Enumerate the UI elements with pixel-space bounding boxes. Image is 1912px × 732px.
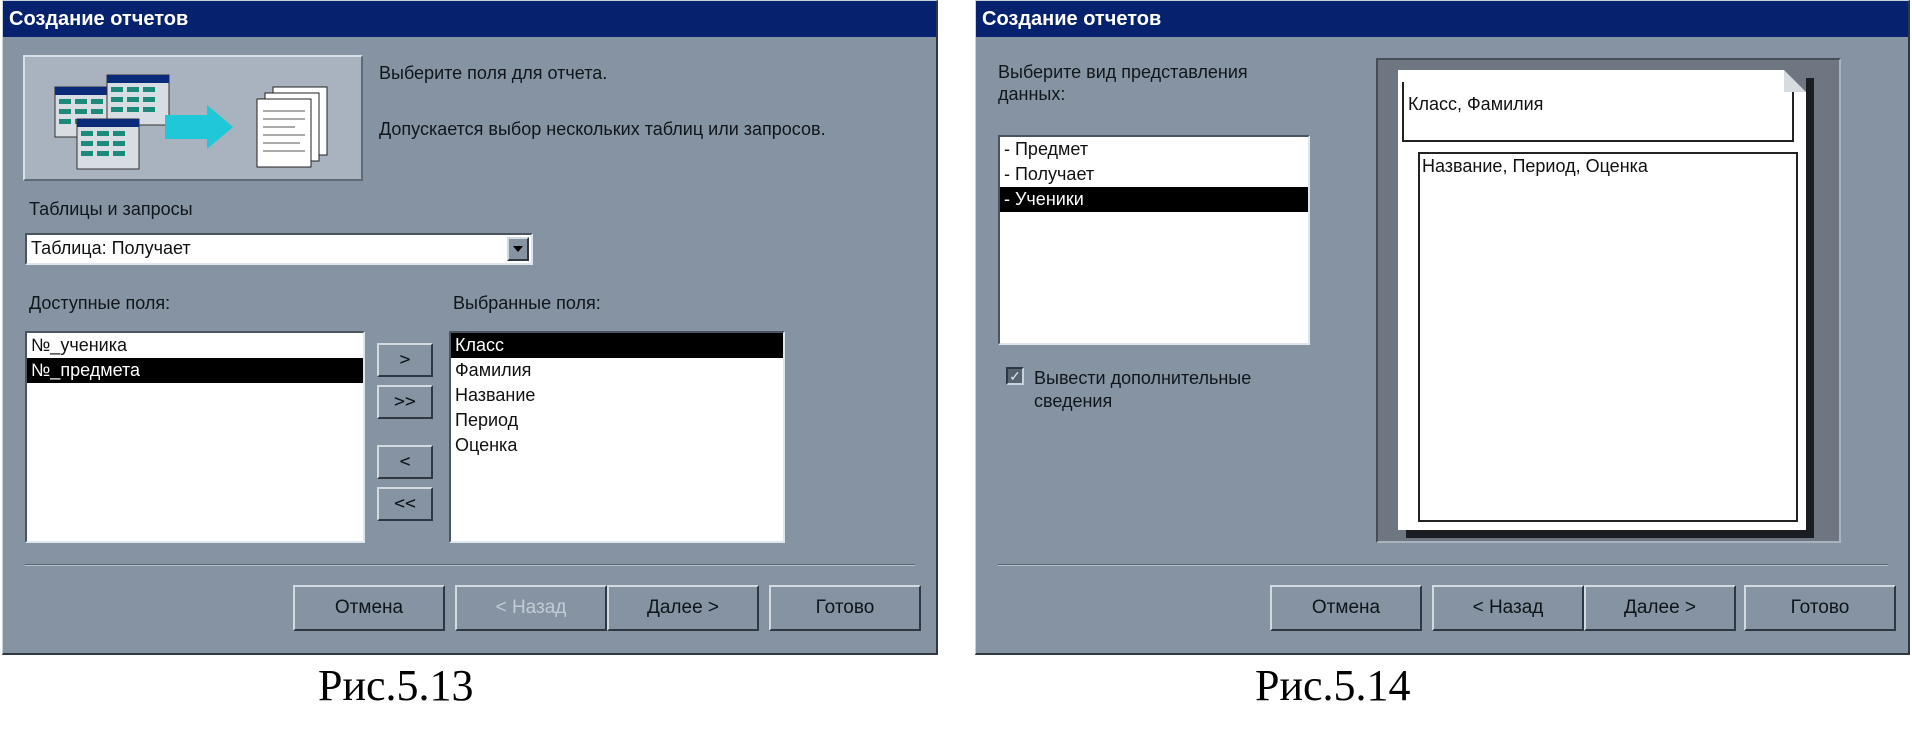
dialog-title: Создание отчетов [3,1,936,37]
extra-info-checkbox[interactable]: ✓ [1006,367,1024,385]
finish-button[interactable]: Готово [1744,585,1896,631]
list-item[interactable]: Класс [451,333,783,358]
back-button[interactable]: < Назад [455,585,607,631]
divider [998,564,1888,566]
data-view-list[interactable]: - Предмет - Получает - Ученики [998,135,1310,345]
list-item[interactable]: - Ученики [1000,187,1308,212]
cancel-button[interactable]: Отмена [293,585,445,631]
instruction-text-1: Выберите поля для отчета. [379,63,608,83]
list-item[interactable]: Оценка [451,433,783,458]
next-button[interactable]: Далее > [607,585,759,631]
tables-combobox[interactable]: Таблица: Получает [25,233,533,265]
list-item[interactable]: Период [451,408,783,433]
list-item[interactable]: №_ученика [27,333,363,358]
page-fold-icon [1784,70,1806,92]
available-fields-label: Доступные поля: [29,293,171,313]
list-item[interactable]: Фамилия [451,358,783,383]
tables-combobox-value: Таблица: Получает [31,238,191,258]
move-one-button[interactable]: > [377,343,433,377]
selected-fields-label: Выбранные поля: [453,293,601,313]
list-item[interactable]: №_предмета [27,358,363,383]
dialog-title: Создание отчетов [976,1,1908,37]
remove-one-button[interactable]: < [377,445,433,479]
preview-detail-section: Название, Период, Оценка [1418,152,1798,522]
preview-page: Класс, Фамилия Название, Период, Оценка [1398,70,1806,530]
finish-button[interactable]: Готово [769,585,921,631]
selected-fields-list[interactable]: Класс Фамилия Название Период Оценка [449,331,785,543]
remove-all-button[interactable]: << [377,487,433,521]
extra-info-label[interactable]: Вывести дополнительные сведения [1034,367,1314,413]
figure-caption-left: Рис.5.13 [318,661,474,710]
back-button[interactable]: < Назад [1432,585,1584,631]
report-preview: Класс, Фамилия Название, Период, Оценка [1376,58,1841,543]
instruction-text-2: Допускается выбор нескольких таблиц или … [379,119,826,139]
available-fields-list[interactable]: №_ученика №_предмета [25,331,365,543]
cancel-button[interactable]: Отмена [1270,585,1422,631]
wizard-illustration [23,55,363,181]
list-item[interactable]: Название [451,383,783,408]
view-prompt: Выберите вид представления данных: [998,62,1248,104]
next-button[interactable]: Далее > [1584,585,1736,631]
tables-label: Таблицы и запросы [29,199,193,219]
chevron-down-icon[interactable] [507,237,529,261]
report-wizard-dialog-view: Создание отчетов Выберите вид представле… [975,0,1910,655]
move-all-button[interactable]: >> [377,385,433,419]
figure-caption-right: Рис.5.14 [1255,661,1411,710]
preview-group-header: Класс, Фамилия [1402,82,1794,142]
list-item[interactable]: - Получает [1000,162,1308,187]
tables-to-report-icon [54,74,328,170]
divider [25,564,915,566]
list-item[interactable]: - Предмет [1000,137,1308,162]
report-wizard-dialog-fields: Создание отчетов Выберите поля для отчет [2,0,938,655]
